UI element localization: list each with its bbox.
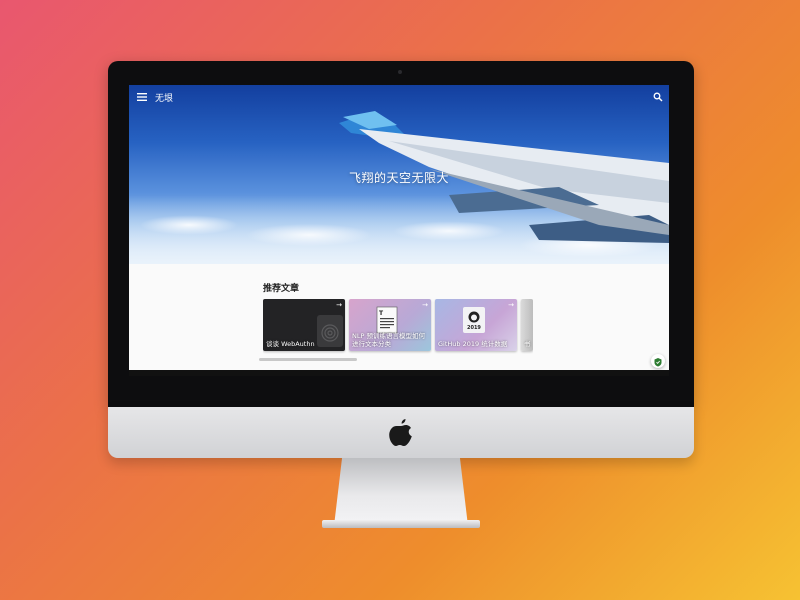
hero-banner: 飞翔的天空无限大 无垠: [129, 85, 669, 264]
apple-logo-icon: [389, 419, 412, 446]
article-card[interactable]: 2019 → GitHub 2019 统计数据: [435, 299, 517, 351]
article-card[interactable]: 书: [521, 299, 533, 351]
arrow-right-icon: →: [508, 301, 514, 309]
card-title: 谈谈 WebAuthn: [266, 340, 315, 348]
card-title: GitHub 2019 统计数据: [438, 340, 508, 348]
card-title: NLP 预训练语言模型如何进行文本分类: [352, 332, 425, 348]
arrow-right-icon: →: [336, 301, 342, 309]
screen-bezel-bottom: [129, 370, 669, 376]
hero-title: 飞翔的天空无限大: [348, 171, 449, 185]
year-badge: 2019: [467, 325, 481, 331]
section-title: 推荐文章: [263, 284, 300, 294]
top-app-bar: 无垠: [129, 85, 669, 111]
card-title: 书: [524, 340, 531, 348]
arrow-right-icon: →: [422, 301, 428, 309]
site-brand[interactable]: 无垠: [155, 91, 173, 104]
menu-icon[interactable]: [137, 93, 147, 101]
imac-stand-foot: [322, 520, 480, 528]
browser-viewport: 飞翔的天空无限大 无垠 推荐文章 → 谈谈 WebAuthn T → NLP 预…: [129, 85, 669, 376]
card-carousel: → 谈谈 WebAuthn T → NLP 预训练语言模型如何进行文本分类 20…: [263, 299, 533, 355]
shield-icon: [654, 358, 662, 367]
imac-stand: [334, 458, 468, 526]
article-card[interactable]: → 谈谈 WebAuthn: [263, 299, 345, 351]
article-card[interactable]: T → NLP 预训练语言模型如何进行文本分类: [349, 299, 431, 351]
carousel-scrollbar[interactable]: [259, 358, 357, 361]
camera-dot: [398, 70, 402, 74]
security-badge-button[interactable]: [651, 354, 665, 368]
imac-monitor: 飞翔的天空无限大 无垠 推荐文章 → 谈谈 WebAuthn T → NLP 预…: [108, 61, 694, 407]
search-icon[interactable]: [653, 92, 663, 102]
imac-chin: [108, 407, 694, 458]
